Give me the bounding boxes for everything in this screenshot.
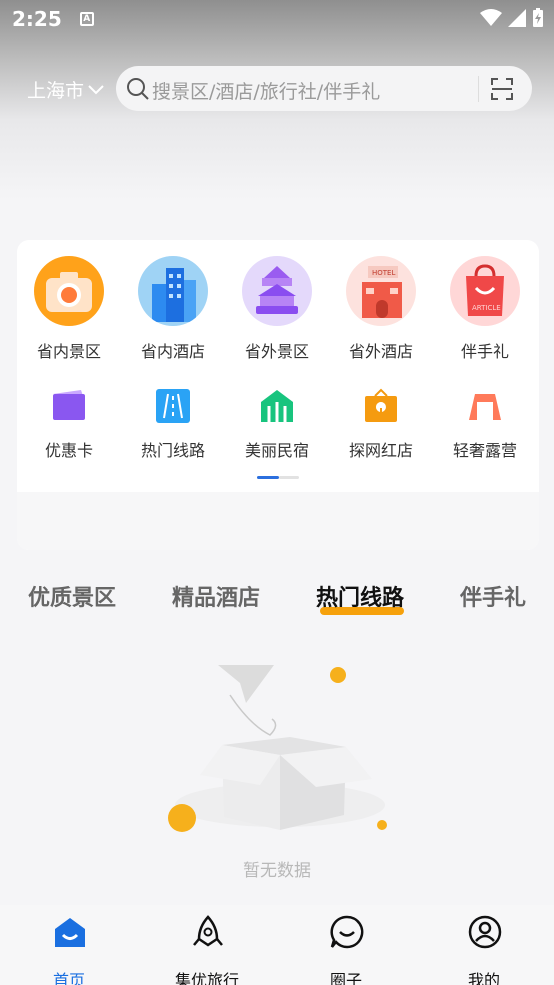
bottom-nav: 首页 集优旅行 圈子 我的 (0, 905, 554, 985)
category-card: 省内景区 省内酒店 省外景区 HOTEL 省外酒店 ARTICLE 伴手礼 优惠… (17, 240, 539, 550)
tab-quality-scenic[interactable]: 优质景区 (28, 580, 116, 612)
empty-box-illustration (168, 665, 387, 832)
tent-icon (469, 394, 501, 420)
category-item-influencer-shop[interactable]: 探网红店 (329, 240, 433, 470)
search-row: 上海市 搜景区/酒店/旅行社/伴手礼 (0, 64, 554, 112)
search-icon (127, 78, 149, 100)
tab-popular-routes[interactable]: 热门线路 (316, 580, 404, 612)
house-icon (261, 390, 293, 422)
category-label: 轻奢露营 (452, 441, 517, 460)
search-input[interactable]: 搜景区/酒店/旅行社/伴手礼 (116, 66, 532, 111)
notification-a-icon: A (79, 12, 94, 26)
profile-icon (468, 915, 502, 949)
card-footer (17, 492, 539, 550)
city-label: 上海市 (27, 80, 85, 102)
empty-state-text: 暂无数据 (243, 861, 311, 881)
scan-icon[interactable] (490, 77, 514, 101)
city-selector[interactable]: 上海市 (27, 76, 104, 103)
category-item-glamping[interactable]: 轻奢露营 (433, 240, 537, 470)
battery-icon (533, 8, 543, 27)
shop-icon (365, 388, 397, 422)
tab-boutique-hotel[interactable]: 精品酒店 (172, 580, 260, 612)
search-placeholder: 搜景区/酒店/旅行社/伴手礼 (152, 81, 381, 103)
rocket-icon (193, 915, 223, 947)
category-label: 美丽民宿 (244, 441, 309, 460)
page-indicator-rest (279, 476, 299, 479)
nav-label: 圈子 (329, 971, 362, 985)
search-divider (478, 76, 479, 102)
road-icon (156, 389, 190, 423)
status-bar: 2:25 A (0, 0, 554, 38)
category-item-homestay[interactable]: 美丽民宿 (225, 240, 329, 470)
category-item-discount-card[interactable]: 优惠卡 (17, 240, 121, 470)
status-icons (480, 8, 544, 28)
category-label: 优惠卡 (44, 441, 93, 460)
card-icon (53, 390, 85, 420)
page-indicator-active (257, 476, 279, 479)
chat-icon (330, 915, 364, 949)
content-tabs: 优质景区 精品酒店 热门线路 伴手礼 (0, 580, 554, 620)
category-label: 探网红店 (348, 441, 413, 460)
nav-label: 我的 (467, 971, 500, 985)
nav-label: 首页 (52, 971, 85, 985)
category-label: 热门线路 (140, 441, 205, 460)
category-item-popular-routes[interactable]: 热门线路 (121, 240, 225, 470)
home-icon (55, 918, 85, 947)
page-indicator (257, 476, 299, 479)
status-time: 2:25 (12, 7, 62, 31)
tab-souvenir[interactable]: 伴手礼 (460, 580, 526, 612)
chevron-down-icon (88, 84, 104, 94)
signal-icon (508, 9, 526, 27)
nav-label: 集优旅行 (174, 971, 239, 985)
wifi-icon (480, 9, 502, 26)
